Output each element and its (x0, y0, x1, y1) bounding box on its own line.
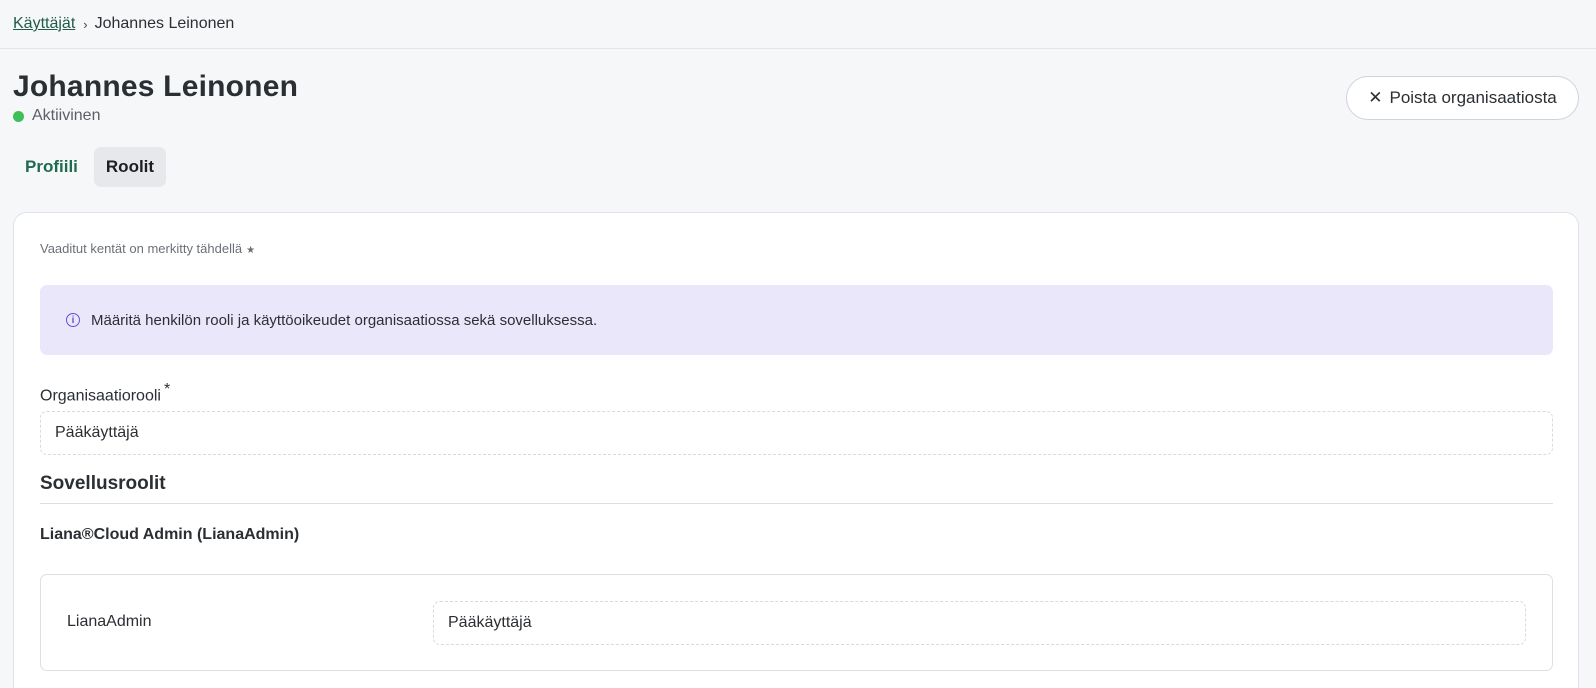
breadcrumb-users-link[interactable]: Käyttäjät (13, 15, 75, 33)
roles-card: Vaaditut kentät on merkitty tähdellä ★ i … (13, 212, 1579, 688)
org-role-select[interactable]: Pääkäyttäjä (40, 411, 1553, 455)
org-role-label: Organisaatiorooli * (40, 381, 170, 405)
close-icon: ✕ (1368, 88, 1383, 107)
breadcrumb-current: Johannes Leinonen (94, 15, 235, 32)
app-role-label: LianaAdmin (67, 613, 152, 630)
app-roles-heading: Sovellusroolit (40, 473, 166, 494)
tab-bar: Profiili Roolit (13, 147, 167, 187)
breadcrumb-bar: Käyttäjät › Johannes Leinonen (0, 0, 1596, 49)
info-icon: i (66, 313, 80, 327)
chevron-right-icon: › (83, 16, 88, 32)
app-role-value: Pääkäyttäjä (448, 614, 532, 631)
remove-from-organization-button[interactable]: ✕ Poista organisaatiosta (1346, 76, 1579, 120)
tab-profile[interactable]: Profiili (13, 147, 90, 187)
star-icon: ★ (246, 245, 256, 256)
page-title: Johannes Leinonen (13, 70, 299, 103)
section-divider (40, 503, 1553, 504)
app-role-select[interactable]: Pääkäyttäjä (433, 601, 1526, 645)
status-indicator: Aktiivinen (13, 107, 100, 125)
tab-roles[interactable]: Roolit (93, 147, 167, 187)
required-fields-note: Vaaditut kentät on merkitty tähdellä ★ (40, 241, 255, 256)
info-banner: i Määritä henkilön rooli ja käyttöoikeud… (40, 285, 1553, 355)
info-text: Määritä henkilön rooli ja käyttöoikeudet… (91, 311, 598, 329)
remove-button-label: Poista organisaatiosta (1389, 88, 1557, 107)
org-role-label-text: Organisaatiorooli (40, 387, 161, 405)
org-role-value: Pääkäyttäjä (55, 424, 139, 441)
status-label: Aktiivinen (32, 107, 101, 124)
app-role-panel: LianaAdmin Pääkäyttäjä (40, 574, 1553, 671)
required-asterisk: * (163, 381, 171, 398)
required-note-text: Vaaditut kentät on merkitty tähdellä (40, 241, 243, 256)
status-dot-icon (13, 110, 24, 122)
app-name: Liana®Cloud Admin (LianaAdmin) (40, 526, 300, 543)
